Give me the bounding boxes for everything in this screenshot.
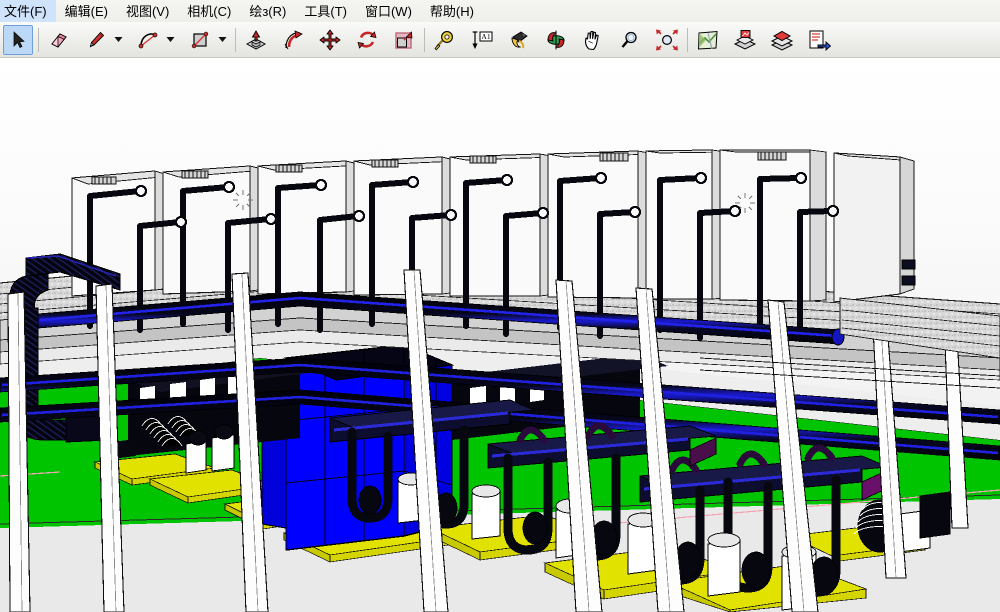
menu-item-file[interactable]: 文件(F): [0, 0, 56, 23]
toolbar-separator: [235, 28, 236, 52]
move-icon: [319, 29, 341, 51]
select-arrow-icon: [8, 30, 28, 50]
toolbar-separator: [687, 28, 688, 52]
sketchup-window: 文件(F) 编辑(E) 视图(V) 相机(C) 绘з(R) 工具(T) 窗口(W…: [0, 0, 1000, 612]
geo-location-map-icon: [696, 29, 720, 51]
rectangle-icon: [190, 30, 210, 50]
menu-bar: 文件(F) 编辑(E) 视图(V) 相机(C) 绘з(R) 工具(T) 窗口(W…: [0, 0, 1000, 23]
main-toolbar: A1: [0, 22, 1000, 58]
follow-me-icon: [281, 29, 305, 51]
tool-button-follow-me[interactable]: [278, 25, 308, 55]
export-arrow-icon: [807, 29, 831, 51]
pan-hand-icon: [582, 29, 604, 51]
tool-button-zoom[interactable]: [615, 25, 645, 55]
ahu-unit: [834, 153, 915, 302]
tool-button-line-pencil[interactable]: [81, 25, 111, 55]
tool-button-orbit[interactable]: [541, 25, 571, 55]
svg-text:A1: A1: [481, 32, 490, 41]
rotate-icon: [356, 29, 378, 51]
tool-button-tape-measure[interactable]: [430, 25, 460, 55]
tool-dropdown-rectangle[interactable]: [215, 25, 230, 55]
zoom-extents-icon: [655, 29, 679, 51]
tool-button-rectangle[interactable]: [185, 25, 215, 55]
menu-item-view[interactable]: 视图(V): [117, 0, 178, 23]
model-viewport[interactable]: [0, 58, 1000, 612]
ahu-unit: [720, 150, 826, 301]
pencil-icon: [86, 30, 106, 50]
tool-dropdown-line[interactable]: [111, 25, 126, 55]
menu-item-window[interactable]: 窗口(W): [356, 0, 421, 23]
tool-button-zoom-extents[interactable]: [652, 25, 682, 55]
paint-bucket-icon: [507, 29, 531, 51]
arc-icon: [137, 30, 159, 50]
ahu-unit: [258, 161, 362, 294]
menu-item-camera[interactable]: 相机(C): [178, 0, 240, 23]
toolbar-separator: [38, 28, 39, 52]
dimension-a1-icon: A1: [470, 29, 494, 51]
tool-button-push-pull[interactable]: [241, 25, 271, 55]
push-pull-icon: [244, 29, 268, 51]
toolbar-separator: [424, 28, 425, 52]
eraser-icon: [48, 30, 70, 50]
tool-button-arc[interactable]: [133, 25, 163, 55]
orbit-icon: [544, 29, 568, 51]
tool-button-layers[interactable]: [767, 25, 797, 55]
tool-button-paint-bucket[interactable]: [504, 25, 534, 55]
photo-layer-red-icon: [733, 29, 757, 51]
tape-measure-icon: [433, 29, 457, 51]
tool-button-geo-location[interactable]: [693, 25, 723, 55]
tool-button-scale[interactable]: [389, 25, 419, 55]
zoom-magnifier-icon: [619, 29, 641, 51]
tool-button-rotate[interactable]: [352, 25, 382, 55]
tool-dropdown-arc[interactable]: [163, 25, 178, 55]
layers-stack-icon: [770, 29, 794, 51]
tool-button-eraser[interactable]: [44, 25, 74, 55]
tool-button-pan[interactable]: [578, 25, 608, 55]
tool-button-export[interactable]: [804, 25, 834, 55]
scale-icon: [393, 29, 415, 51]
menu-item-tools[interactable]: 工具(T): [295, 0, 356, 23]
tool-button-dimension[interactable]: A1: [467, 25, 497, 55]
sketchup-3d-scene[interactable]: [0, 58, 1000, 612]
tool-button-photo-match[interactable]: [730, 25, 760, 55]
menu-item-draw[interactable]: 绘з(R): [240, 0, 295, 23]
tool-button-move[interactable]: [315, 25, 345, 55]
ahu-unit-row: [72, 150, 915, 302]
menu-item-edit[interactable]: 编辑(E): [56, 0, 117, 23]
menu-item-help[interactable]: 帮助(H): [421, 0, 483, 23]
tool-button-select[interactable]: [3, 25, 33, 55]
